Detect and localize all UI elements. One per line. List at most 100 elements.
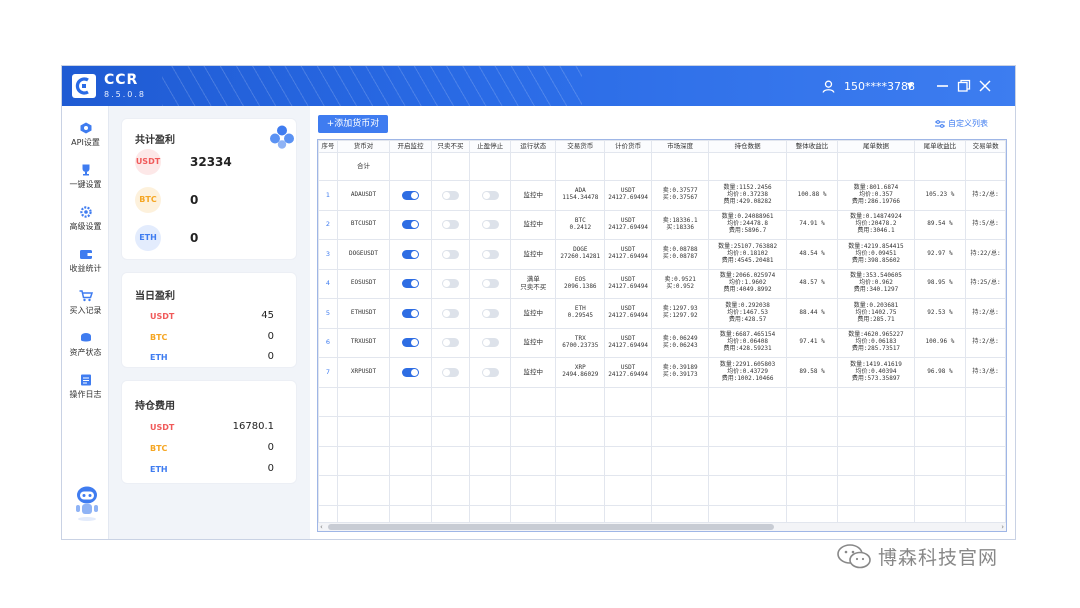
monitor-toggle[interactable] [401,220,419,230]
minimize-icon[interactable] [934,77,952,95]
horizontal-scrollbar[interactable]: ‹ › [318,522,1006,531]
monitor-cell [389,268,432,299]
empty-cell [389,416,432,447]
column-header[interactable]: 尾单数据 [837,140,915,153]
sell-only-toggle[interactable] [442,308,460,318]
restore-icon[interactable] [955,77,973,95]
monitor-toggle[interactable] [401,338,419,348]
row-index-text: 6 [325,338,330,347]
robot-assistant-icon[interactable] [74,484,100,522]
empty-cell [650,386,710,417]
empty-cell [913,475,967,506]
tail-ratio-text: 96.98 % [927,367,953,375]
table-row[interactable]: 1 ADAUSDT 监控中 ADA 1154.34478 USDT 24127.69494 卖… [318,180,1006,211]
table-row[interactable]: 5 ETHUSDT 监控中 ETH 0.29545 USDT 24127.69494 卖:12… [318,298,1006,329]
column-header[interactable]: 交易货币 [555,140,606,153]
cell-line: 买:0.37567 [662,194,698,202]
status-cell: 满单 只卖不买 [509,268,557,299]
sell-only-toggle[interactable] [442,279,460,289]
scroll-left-icon[interactable]: ‹ [320,523,323,531]
cell-line: 监控中 [523,190,543,199]
column-header[interactable]: 货币对 [336,140,391,153]
sell-only-toggle[interactable] [442,220,460,230]
market-depth-cell: 卖:0.06249 买:0.06243 [650,327,710,358]
column-header[interactable]: 止盈停止 [469,140,511,153]
empty-cell [430,386,471,417]
empty-row [318,475,1006,506]
monitor-toggle[interactable] [401,279,419,289]
orders-cell: 持:3/总: [965,357,1006,388]
empty-cell [336,475,391,506]
monitor-toggle[interactable] [401,367,419,377]
nav-item-buy-records[interactable]: 买入记录 [62,290,109,326]
nav-item-profit-stats[interactable]: 收益统计 [62,248,109,284]
column-header[interactable]: 整体收益比 [785,140,839,153]
take-profit-stop-toggle[interactable] [481,338,499,348]
summary-cell [469,152,511,181]
ratio-text: 88.44 % [799,308,825,316]
orders-cell: 持:2/总: [965,298,1006,329]
table-row[interactable]: 2 BTCUSDT 监控中 BTC 0.2412 USDT 24127.69494 卖:183… [318,209,1006,240]
status-cell: 监控中 [509,239,557,270]
cell-line: 费用:285.73517 [851,345,901,353]
nav-item-advanced[interactable]: 高级设置 [62,206,109,242]
user-icon[interactable] [822,80,835,93]
custom-list-button[interactable]: 自定义列表 [935,118,988,129]
nav-item-asset-status[interactable]: 资产状态 [62,332,109,368]
take-profit-stop-toggle[interactable] [481,367,499,377]
sell-only-toggle[interactable] [442,338,460,348]
summary-cell [318,152,338,181]
toggle-knob [443,250,451,258]
monitor-toggle[interactable] [401,308,419,318]
close-icon[interactable] [976,77,994,95]
column-header[interactable]: 运行状态 [509,140,557,153]
total-profit-card: 共计盈利 USDT 32334 BTC 0 ETH 0 [121,118,297,260]
empty-cell [555,445,606,476]
user-name[interactable]: 150****3788 [844,80,915,93]
column-header[interactable]: 计价货币 [604,140,652,153]
empty-cell [389,445,432,476]
status-cell: 监控中 [509,209,557,240]
chevron-down-icon[interactable]: ▼ [907,81,913,90]
market-depth-cell: 卖:0.37577 买:0.37567 [650,180,710,211]
table-row[interactable]: 7 XRPUSDT 监控中 XRP 2494.86029 USDT 24127.69494 卖… [318,357,1006,388]
take-profit-stop-toggle[interactable] [481,308,499,318]
ratio-text: 48.57 % [799,279,825,287]
monitor-toggle[interactable] [401,190,419,200]
nav-label: 一键设置 [69,180,102,189]
summary-cell [837,152,915,181]
nav-item-operation-log[interactable]: 操作日志 [62,374,109,410]
table-row[interactable]: 3 DOGEUSDT 监控中 DOGE 27260.14281 USDT 24127.694… [318,239,1006,270]
sell-only-toggle[interactable] [442,367,460,377]
sell-only-toggle[interactable] [442,190,460,200]
scroll-right-icon[interactable]: › [1001,523,1004,531]
take-profit-stop-toggle[interactable] [481,249,499,259]
orders-cell: 持:25/总: [965,268,1006,299]
cart-icon [79,290,93,302]
take-profit-stop-toggle[interactable] [481,279,499,289]
sell-only-toggle[interactable] [442,249,460,259]
column-header[interactable]: 只卖不买 [430,140,471,153]
table-row[interactable]: 6 TRXUSDT 监控中 TRX 6700.23735 USDT 24127.69494 卖… [318,327,1006,358]
column-header[interactable]: 尾单收益比 [913,140,967,153]
position-data-cell: 数量:0.24088961 均价:24478.8 费用:5896.7 [708,209,787,240]
nav-item-api[interactable]: API设置 [62,122,109,158]
column-header[interactable]: 序号 [318,140,338,153]
usdt-label: USDT [150,423,175,432]
take-profit-stop-toggle[interactable] [481,190,499,200]
empty-row [318,386,1006,417]
monitor-toggle[interactable] [401,249,419,259]
ratio-text: 74.91 % [799,220,825,228]
nav-item-one-click[interactable]: 一键设置 [62,164,109,200]
scrollbar-thumb[interactable] [328,524,774,530]
column-header[interactable]: 市场深度 [650,140,710,153]
table-row[interactable]: 4 EOSUSDT 满单 只卖不买 EOS 2096.1386 USDT 24127.6949… [318,268,1006,299]
column-header[interactable]: 开启监控 [389,140,432,153]
column-header[interactable]: 持仓数据 [708,140,787,153]
take-profit-stop-toggle[interactable] [481,220,499,230]
daily-btc-value: 0 [267,331,274,342]
toggle-knob [410,339,418,347]
add-pair-button[interactable]: +添加货币对 [318,115,388,133]
column-header[interactable]: 交易单数 [965,140,1006,153]
orders-text: 持:22/总: [970,249,1001,257]
